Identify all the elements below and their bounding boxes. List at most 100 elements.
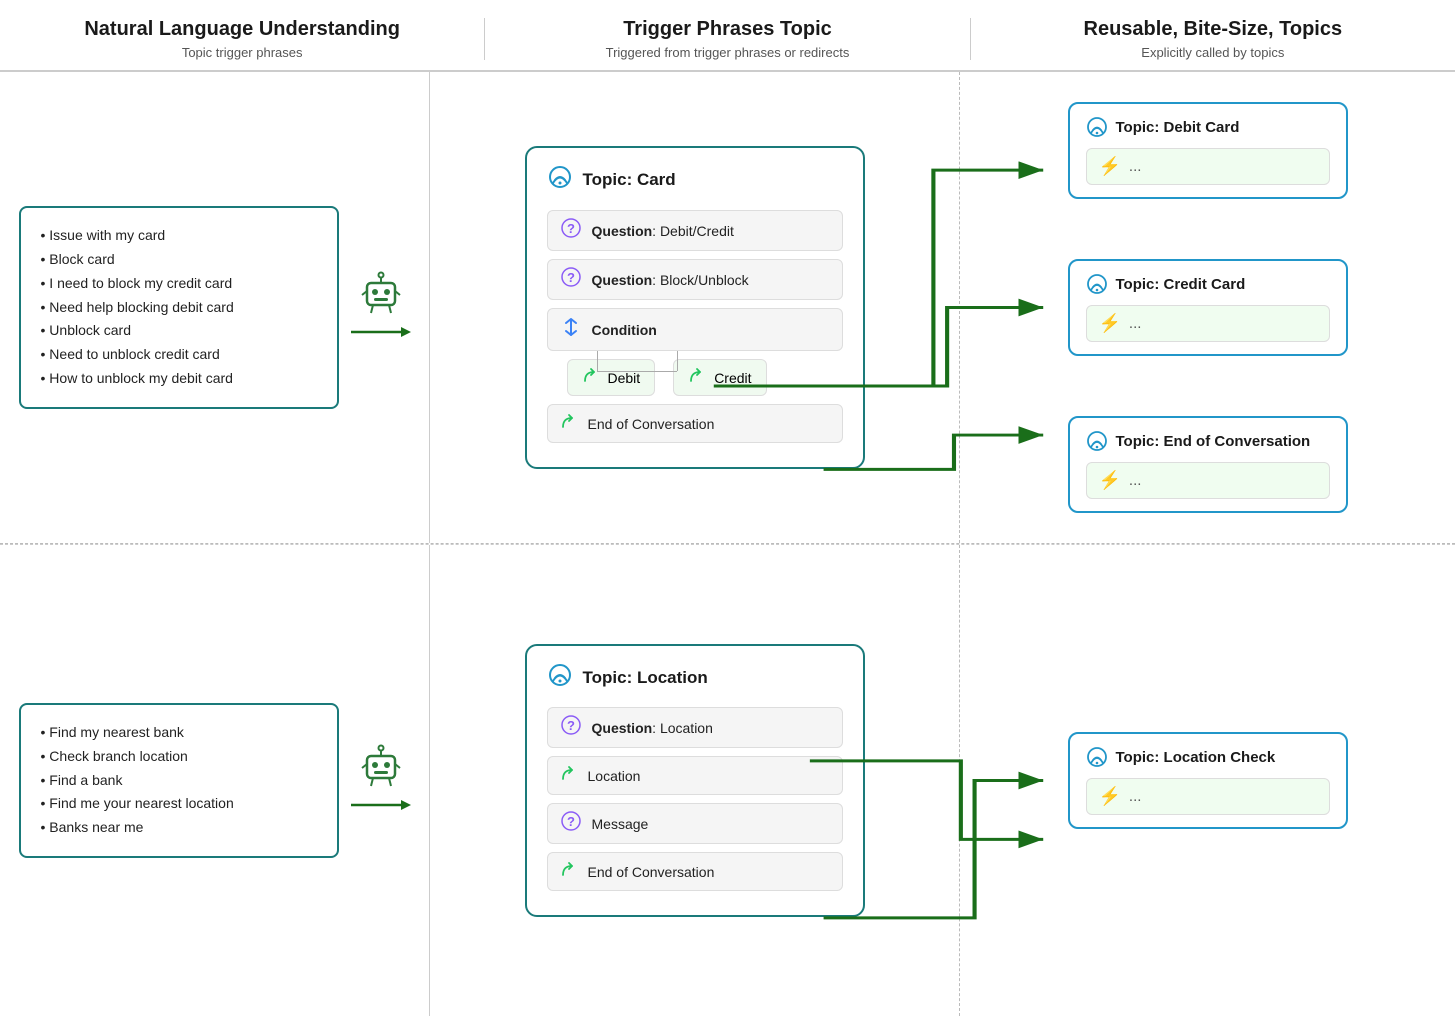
top-half: Issue with my card Block card I need to …	[0, 72, 1455, 544]
flow-label-condition: Condition	[592, 322, 657, 338]
right-topic-loc-check: Topic: Location Check ⚡ ...	[1068, 732, 1348, 829]
header-col-trigger: Trigger Phrases Topic Triggered from tri…	[485, 18, 970, 60]
nlu-item-loc5: Banks near me	[41, 816, 317, 840]
svg-text:?: ?	[567, 270, 575, 285]
diagram: Natural Language Understanding Topic tri…	[0, 0, 1455, 1016]
right-topic-debit-header: Topic: Debit Card	[1086, 116, 1330, 138]
location-topic-title: Topic: Location	[583, 668, 708, 688]
nlu-item: Block card	[41, 248, 317, 272]
topic-icon-eoc	[1086, 430, 1108, 452]
nlu-item-loc4: Find me your nearest location	[41, 792, 317, 816]
nlu-item-loc2: Check branch location	[41, 745, 317, 769]
dots-debit: ...	[1129, 158, 1142, 175]
rt-title-eoc: Topic: End of Conversation	[1116, 433, 1311, 450]
branch-credit-label: Credit	[714, 370, 751, 386]
top-nlu-list: Issue with my card Block card I need to …	[41, 224, 317, 391]
arrow-to-location-topic	[351, 796, 411, 814]
header-sub-trigger: Triggered from trigger phrases or redire…	[505, 45, 949, 60]
lightning-icon-debit: ⚡	[1099, 156, 1121, 177]
dots-loc-check: ...	[1129, 788, 1142, 805]
right-topic-loc-check-header: Topic: Location Check	[1086, 746, 1330, 768]
question-icon-2: ?	[560, 267, 582, 292]
nlu-item: Need to unblock credit card	[41, 343, 317, 367]
card-topic-card: Topic: Card ? Question: Debit/Credit ?	[525, 146, 865, 469]
flow-label-loc1: Question: Location	[592, 720, 713, 736]
flow-message: ? Message	[547, 803, 843, 844]
robot-icon-bottom	[359, 742, 403, 792]
lightning-icon-credit: ⚡	[1099, 313, 1121, 334]
bottom-nlu-list: Find my nearest bank Check branch locati…	[41, 721, 317, 840]
rt-title-loc-check: Topic: Location Check	[1116, 749, 1276, 766]
right-topic-credit-header: Topic: Credit Card	[1086, 273, 1330, 295]
header-title-reusable: Reusable, Bite-Size, Topics	[991, 18, 1435, 41]
flow-question-location: ? Question: Location	[547, 707, 843, 748]
card-topic-header: Topic: Card	[547, 164, 843, 196]
end-label-bottom: End of Conversation	[588, 864, 715, 880]
header-col-reusable: Reusable, Bite-Size, Topics Explicitly c…	[971, 18, 1455, 60]
flow-condition: Condition	[547, 308, 843, 351]
top-topic-col: Topic: Card ? Question: Debit/Credit ?	[430, 72, 960, 543]
flow-question-block-unblock: ? Question: Block/Unblock	[547, 259, 843, 300]
svg-text:?: ?	[567, 718, 575, 733]
question-icon-loc: ?	[560, 715, 582, 740]
nlu-item: How to unblock my debit card	[41, 367, 317, 391]
right-action-credit: ⚡ ...	[1086, 305, 1330, 342]
redirect-icon-credit	[688, 366, 706, 389]
right-topic-debit: Topic: Debit Card ⚡ ...	[1068, 102, 1348, 199]
flow-label-msg: Message	[592, 816, 649, 832]
card-topic-title: Topic: Card	[583, 170, 676, 190]
end-icon-top	[560, 412, 578, 435]
nlu-item: Unblock card	[41, 319, 317, 343]
lightning-icon-eoc: ⚡	[1099, 470, 1121, 491]
condition-icon	[560, 316, 582, 343]
right-topic-eoc-header: Topic: End of Conversation	[1086, 430, 1330, 452]
flow-label-loc2: Location	[588, 768, 641, 784]
flow-redirect-location: Location	[547, 756, 843, 795]
bottom-nlu-col: Find my nearest bank Check branch locati…	[0, 545, 430, 1016]
robot-icon-top	[359, 269, 403, 319]
right-action-loc-check: ⚡ ...	[1086, 778, 1330, 815]
question-icon-1: ?	[560, 218, 582, 243]
branch-debit: Debit	[567, 359, 656, 396]
flow-end-conversation-bottom: End of Conversation	[547, 852, 843, 891]
top-right-col: Topic: Debit Card ⚡ ...	[960, 72, 1455, 543]
topic-icon-credit	[1086, 273, 1108, 295]
top-nlu-col: Issue with my card Block card I need to …	[0, 72, 430, 543]
dots-credit: ...	[1129, 315, 1142, 332]
bottom-nlu-box: Find my nearest bank Check branch locati…	[19, 703, 339, 858]
end-label-top: End of Conversation	[588, 416, 715, 432]
lightning-icon-loc-check: ⚡	[1099, 786, 1121, 807]
flow-label-1: Question: Debit/Credit	[592, 223, 734, 239]
location-topic-icon	[547, 662, 573, 693]
topic-icon-loc-check	[1086, 746, 1108, 768]
question-icon-msg: ?	[560, 811, 582, 836]
topic-icon-debit	[1086, 116, 1108, 138]
header: Natural Language Understanding Topic tri…	[0, 0, 1455, 72]
header-title-nlu: Natural Language Understanding	[20, 18, 464, 41]
nlu-item-loc1: Find my nearest bank	[41, 721, 317, 745]
flow-end-conversation-top: End of Conversation	[547, 404, 843, 443]
rt-title-debit: Topic: Debit Card	[1116, 119, 1240, 136]
nlu-item: Need help blocking debit card	[41, 296, 317, 320]
header-sub-nlu: Topic trigger phrases	[20, 45, 464, 60]
arrow-to-card-topic	[351, 323, 411, 341]
location-topic-card: Topic: Location ? Question: Location	[525, 644, 865, 917]
content: Issue with my card Block card I need to …	[0, 72, 1455, 1016]
bottom-right-col: Topic: Location Check ⚡ ...	[960, 545, 1455, 1016]
branch-credit: Credit	[673, 359, 766, 396]
bottom-half: Find my nearest bank Check branch locati…	[0, 544, 1455, 1016]
rt-title-credit: Topic: Credit Card	[1116, 276, 1246, 293]
right-action-debit: ⚡ ...	[1086, 148, 1330, 185]
nlu-item: Issue with my card	[41, 224, 317, 248]
header-title-trigger: Trigger Phrases Topic	[505, 18, 949, 41]
flow-label-2: Question: Block/Unblock	[592, 272, 749, 288]
nlu-item: I need to block my credit card	[41, 272, 317, 296]
right-topic-credit: Topic: Credit Card ⚡ ...	[1068, 259, 1348, 356]
header-col-nlu: Natural Language Understanding Topic tri…	[0, 18, 485, 60]
card-topic-icon	[547, 164, 573, 196]
end-icon-bottom	[560, 860, 578, 883]
right-action-eoc: ⚡ ...	[1086, 462, 1330, 499]
redirect-icon-location	[560, 764, 578, 787]
header-sub-reusable: Explicitly called by topics	[991, 45, 1435, 60]
dots-eoc: ...	[1129, 472, 1142, 489]
